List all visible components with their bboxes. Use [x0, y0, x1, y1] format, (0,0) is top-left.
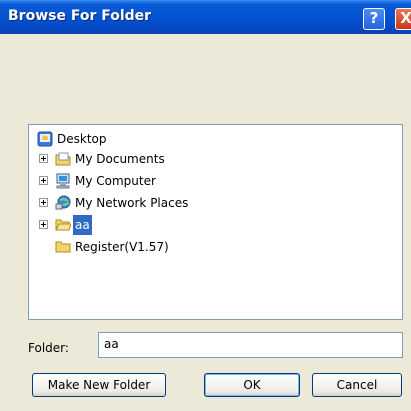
- tree-item-label: My Network Places: [75, 196, 189, 210]
- make-new-folder-button[interactable]: Make New Folder: [32, 373, 166, 397]
- title-bar[interactable]: Browse For Folder ? X: [0, 0, 411, 34]
- expand-icon[interactable]: [39, 154, 48, 163]
- close-icon: X: [400, 9, 411, 27]
- folder-tree[interactable]: Desktop My Documents My Computer My Netw…: [28, 124, 403, 320]
- folder-icon: [55, 241, 71, 253]
- expand-icon[interactable]: [39, 176, 48, 185]
- ok-button[interactable]: OK: [204, 373, 300, 397]
- help-button[interactable]: ?: [363, 8, 385, 30]
- help-icon: ?: [369, 9, 379, 27]
- expand-icon[interactable]: [39, 220, 48, 229]
- dialog-title: Browse For Folder: [8, 8, 152, 24]
- documents-folder-icon: [55, 152, 71, 166]
- network-places-icon: [55, 195, 71, 210]
- folder-label: Folder:: [28, 341, 69, 355]
- close-button[interactable]: X: [395, 8, 411, 30]
- folder-input[interactable]: aa: [98, 332, 403, 358]
- tree-item-label: Desktop: [57, 132, 107, 146]
- tree-item-label: Register(V1.57): [75, 240, 169, 254]
- tree-item-label: My Computer: [75, 174, 156, 188]
- expand-icon[interactable]: [39, 198, 48, 207]
- cancel-button[interactable]: Cancel: [312, 373, 402, 397]
- computer-icon: [56, 173, 70, 189]
- tree-item-label: My Documents: [75, 152, 165, 166]
- folder-open-icon: [55, 219, 71, 231]
- browse-for-folder-dialog: Browse For Folder ? X Desktop My Documen…: [0, 0, 411, 411]
- tree-item-label: aa: [73, 215, 92, 235]
- desktop-icon: [37, 131, 53, 147]
